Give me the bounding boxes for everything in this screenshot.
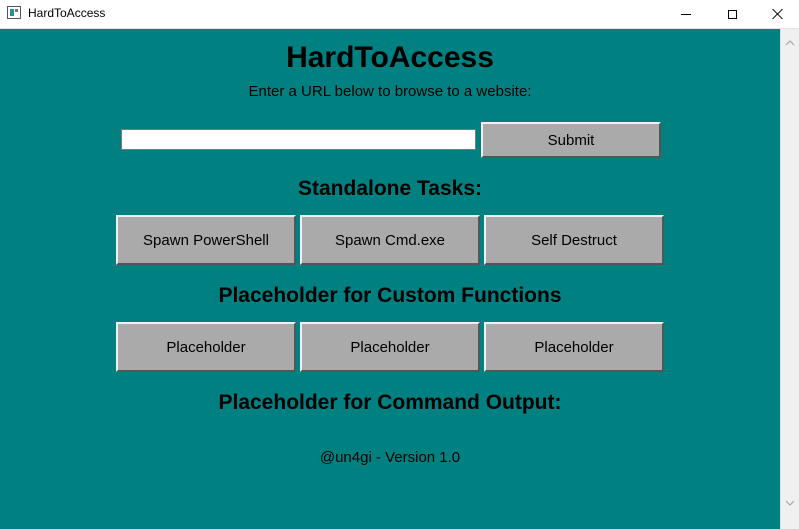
vertical-scrollbar[interactable] xyxy=(780,29,799,529)
spawn-cmd-button[interactable]: Spawn Cmd.exe xyxy=(300,215,480,265)
spawn-powershell-button[interactable]: Spawn PowerShell xyxy=(116,215,296,265)
chevron-up-icon[interactable] xyxy=(786,39,794,47)
close-button[interactable] xyxy=(755,0,799,28)
minimize-button[interactable] xyxy=(663,0,709,28)
maximize-button[interactable] xyxy=(709,0,755,28)
main-content: HardToAccess Enter a URL below to browse… xyxy=(0,29,780,529)
application-window: HardToAccess HardToAccess Enter a URL be… xyxy=(0,0,799,529)
url-input[interactable] xyxy=(121,129,476,150)
standalone-tasks-heading: Standalone Tasks: xyxy=(298,177,482,200)
chevron-down-icon[interactable] xyxy=(786,499,794,507)
submit-button[interactable]: Submit xyxy=(481,122,661,158)
self-destruct-button[interactable]: Self Destruct xyxy=(484,215,664,265)
app-window-icon xyxy=(7,6,21,19)
window-title: HardToAccess xyxy=(28,6,106,20)
version-footer: @un4gi - Version 1.0 xyxy=(319,449,461,466)
command-output-heading: Placeholder for Command Output: xyxy=(218,391,562,414)
placeholder-button-1[interactable]: Placeholder xyxy=(116,322,296,372)
maximize-icon xyxy=(727,9,737,19)
placeholder-button-3[interactable]: Placeholder xyxy=(484,322,664,372)
minimize-icon xyxy=(681,13,691,15)
close-icon xyxy=(772,8,784,20)
custom-functions-heading: Placeholder for Custom Functions xyxy=(218,284,562,307)
placeholder-button-2[interactable]: Placeholder xyxy=(300,322,480,372)
url-instruction: Enter a URL below to browse to a website… xyxy=(248,83,532,100)
app-title: HardToAccess xyxy=(286,41,494,74)
window-titlebar[interactable]: HardToAccess xyxy=(0,0,799,29)
